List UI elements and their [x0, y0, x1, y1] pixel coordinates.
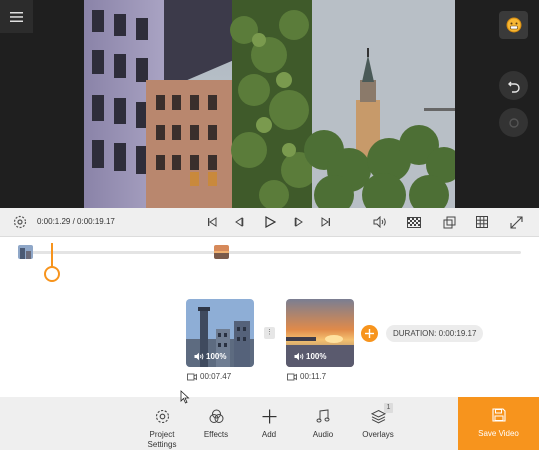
checkerboard-icon	[407, 216, 421, 228]
camera-icon	[287, 373, 297, 380]
gear-icon	[13, 215, 27, 229]
floppy-disk-icon	[491, 408, 506, 422]
prev-frame-icon	[235, 217, 244, 227]
timeline-track[interactable]	[30, 251, 521, 254]
crop-icon	[443, 216, 455, 228]
redo-button[interactable]	[499, 108, 528, 137]
save-video-label: Save Video	[478, 429, 519, 438]
skip-start-icon	[208, 217, 217, 227]
prev-frame-button[interactable]	[231, 214, 247, 230]
clip-2-duration-label: 00:11.7	[300, 372, 327, 381]
music-note-icon	[316, 409, 330, 423]
clip-1-duration: 00:07.47	[187, 372, 231, 381]
fullscreen-button[interactable]	[508, 214, 524, 230]
video-editor: 0:00:1.29 / 0:00:19.17 100% 00:07.47 ⋮ 1…	[0, 0, 539, 450]
effects-icon	[209, 409, 223, 423]
add-label: Add	[261, 430, 277, 439]
video-frame	[84, 0, 455, 208]
speaker-icon	[373, 216, 386, 228]
storyboard-clip-1[interactable]: 100%	[186, 299, 254, 367]
project-settings-button[interactable]: Project Settings	[140, 397, 184, 450]
effects-label: Effects	[203, 430, 229, 439]
undo-icon	[507, 81, 520, 93]
timeline-clip-2-thumb[interactable]	[214, 245, 229, 259]
undo-button[interactable]	[499, 71, 528, 100]
emoji-button[interactable]	[499, 11, 528, 39]
expand-icon	[509, 215, 523, 229]
smiley-icon	[506, 17, 521, 33]
grid-button[interactable]	[474, 214, 490, 230]
timeline-clip-1-thumb[interactable]	[18, 245, 33, 259]
play-icon	[264, 216, 276, 228]
crop-button[interactable]	[441, 214, 457, 230]
total-time: 0:00:19.17	[77, 217, 115, 226]
hamburger-icon	[10, 11, 23, 22]
effects-button[interactable]: Effects	[198, 397, 234, 450]
playhead-handle[interactable]	[44, 266, 60, 282]
clip-1-duration-label: 00:07.47	[200, 372, 232, 381]
gear-icon	[155, 409, 169, 423]
timecode: 0:00:1.29 / 0:00:19.17	[37, 217, 115, 226]
clip-2-mini-image	[214, 245, 229, 259]
clip-2-duration: 00:11.7	[287, 372, 326, 381]
skip-end-icon	[321, 217, 330, 227]
next-frame-icon	[294, 217, 303, 227]
playback-controls: 0:00:1.29 / 0:00:19.17	[0, 208, 539, 237]
add-button[interactable]: Add	[253, 397, 285, 450]
video-preview	[0, 0, 539, 208]
audio-label: Audio	[312, 430, 334, 439]
total-duration-badge: DURATION: 0:00:19.17	[386, 325, 484, 342]
storyboard-clip-2[interactable]: 100%	[286, 299, 354, 367]
settings-button[interactable]	[12, 214, 28, 230]
clip-2-volume-label: 100%	[306, 352, 327, 361]
play-button[interactable]	[262, 214, 278, 230]
redo-icon	[508, 117, 519, 128]
grid-icon	[476, 216, 488, 228]
speaker-icon	[194, 352, 204, 361]
project-settings-label-2: Settings	[147, 440, 177, 449]
clip-1-volume-label: 100%	[206, 352, 227, 361]
add-clip-button[interactable]	[361, 325, 378, 342]
plus-icon	[262, 409, 276, 423]
volume-button[interactable]	[372, 214, 388, 230]
project-settings-label-1: Project	[149, 430, 175, 439]
audio-button[interactable]: Audio	[306, 397, 340, 450]
skip-start-button[interactable]	[204, 214, 220, 230]
playhead-line[interactable]	[51, 243, 53, 267]
clip-1-mini-image	[18, 245, 33, 259]
next-frame-button[interactable]	[291, 214, 307, 230]
clip-1-volume: 100%	[194, 352, 226, 361]
save-video-button[interactable]: Save Video	[458, 397, 539, 450]
overlays-label: Overlays	[362, 430, 394, 439]
plus-icon	[365, 329, 374, 338]
video-frame-image	[84, 0, 455, 208]
overlays-count-badge: 1	[384, 403, 393, 413]
speaker-icon	[294, 352, 304, 361]
skip-end-button[interactable]	[318, 214, 334, 230]
camera-icon	[187, 373, 197, 380]
transition-marker[interactable]: ⋮	[264, 327, 275, 339]
menu-button[interactable]	[0, 0, 33, 33]
current-time: 0:00:1.29	[37, 217, 71, 226]
clip-2-volume: 100%	[294, 352, 326, 361]
aspect-ratio-button[interactable]	[406, 214, 422, 230]
mouse-cursor-icon	[180, 390, 190, 404]
